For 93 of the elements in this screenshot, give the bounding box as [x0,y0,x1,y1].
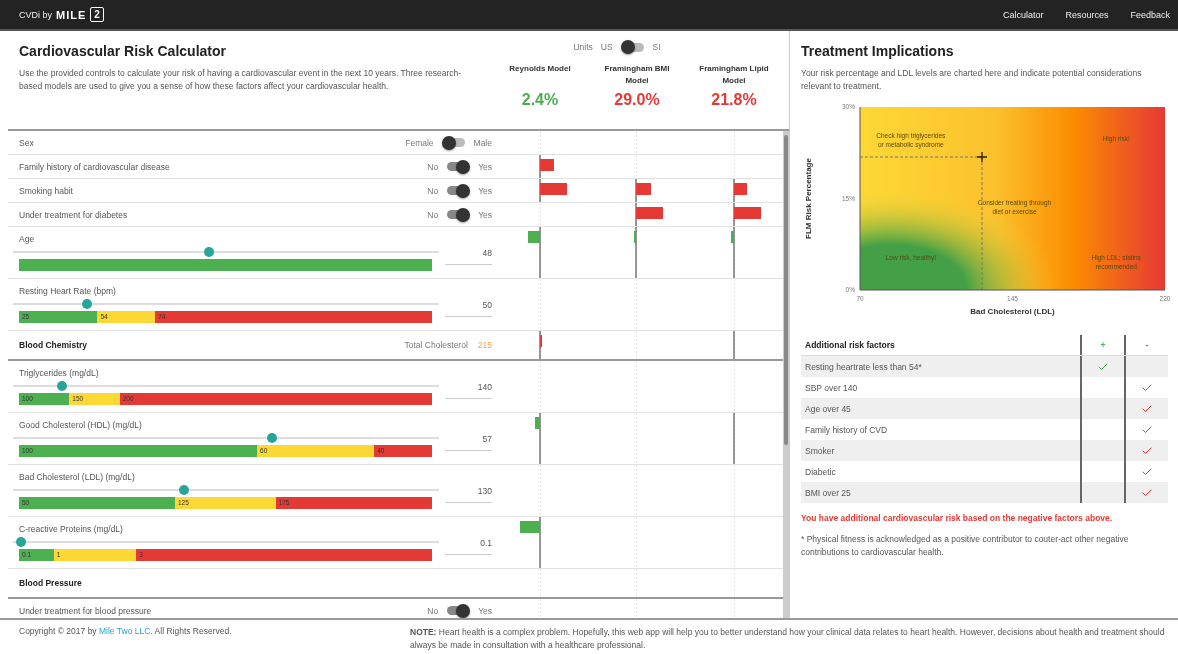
option-label: Yes [478,605,492,616]
impact-bar [636,207,663,219]
field-label: Age [19,234,35,244]
risk-alert-text: You have additional cardiovascular risk based on the negative factors above. [801,513,1114,523]
axis-title: Bad Cholesterol (LDL) [970,307,1055,316]
table-cell-text: Resting heartrate less than 54* [804,360,923,374]
value-field[interactable]: 140 [444,382,492,399]
field-label: Family history of cardiovascular disease [19,161,170,172]
zero-line [733,413,735,464]
field-label: Resting Heart Rate (bpm) [19,286,116,296]
toggle-switch[interactable] [446,183,471,198]
option-label: SI [652,42,661,52]
section-heading: Blood Chemistry [19,340,87,350]
impact-bar [636,183,651,195]
field-label: Sex [19,137,34,148]
value-field[interactable]: 48 [444,248,492,265]
slider-thumb[interactable] [204,247,215,257]
impact-bar [528,231,540,243]
table-cell-text: BMI over 25 [804,486,852,500]
total-label: Total Cholesterol [404,340,468,350]
field-label: Triglycerides (mg/dL) [19,368,99,378]
impact-bar [535,417,540,429]
field-label: Good Cholesterol (HDL) (mg/dL) [19,420,142,430]
toggle-switch[interactable] [446,207,471,222]
impact-bar [540,159,554,171]
model-name: Framingham BMI Model [603,63,671,87]
units-label: Units [573,42,593,52]
axis-title: FLM Risk Percentage [804,158,813,239]
option-label: Female [405,137,434,148]
option-label: No [427,209,439,220]
option-label: No [427,605,439,616]
field-label: Bad Cholesterol (LDL) (mg/dL) [19,472,135,482]
logo-text: MILE [56,8,87,21]
table-cell-text: Diabetic [804,465,837,479]
page-title: Cardiovascular Risk Calculator [19,43,227,59]
option-label: No [427,185,439,196]
slider-thumb[interactable] [15,537,26,547]
logo-mark: 2 [90,7,104,22]
scrollbar[interactable] [783,131,789,618]
option-label: Yes [478,209,492,220]
zero-line [539,331,541,359]
description: Your risk percentage and LDL levels are charted here and indicate potential considerations relevant to treatment. [801,67,1143,93]
total-value: 215 [477,340,492,350]
option-label: US [600,42,613,52]
model-name: Framingham Lipid Model [698,63,770,87]
nav-link[interactable]: Resources [1065,9,1109,20]
impact-bar [540,183,567,195]
toggle-switch[interactable] [441,135,466,150]
slider-thumb[interactable] [57,381,68,391]
option-label: Yes [478,161,492,172]
slider-thumb[interactable] [81,299,92,309]
zero-line [539,517,541,568]
field-label: Smoking habit [19,185,73,196]
risk-percentage: 21.8% [711,91,757,109]
field-label: C-reactive Proteins (mg/dL) [19,524,123,534]
description: Use the provided controls to calculate your risk of having a cardiovascular event in the next 10 years. Three research-based models are used to give you a sense of how these factors affect your cardiovascular health. [19,67,463,93]
value-field[interactable]: 57 [444,434,492,451]
toggle-switch[interactable] [446,159,471,174]
value-field[interactable]: 130 [444,486,492,503]
field-label: Under treatment for blood pressure [19,605,152,616]
table-cell-text: Smoker [804,444,836,458]
table-cell-text: Family history of CVD [804,423,889,437]
column-header: Additional risk factors [804,339,896,352]
model-name: Reynolds Model [508,63,572,75]
footnote: * Physical fitness is acknowledged as a positive contributor to couter-act other negative contributions to cardiovascular health. [801,533,1130,559]
zero-line [539,413,541,464]
zero-line [539,227,541,278]
toggle-switch[interactable] [620,40,645,54]
impact-bar [734,183,747,195]
zero-line [733,331,735,359]
nav-link[interactable]: Feedback [1130,9,1170,20]
option-label: No [427,161,439,172]
table-cell-text: Age over 45 [804,402,852,416]
impact-bar [734,207,761,219]
risk-percentage: 2.4% [521,91,559,109]
impact-bar [731,231,734,243]
brand-text: CVDi by [19,9,52,20]
option-label: Male [473,137,492,148]
impact-bar [520,521,540,533]
slider-thumb[interactable] [266,433,277,443]
copyright-text: Copyright © 2017 by Mile Two LLC. All Rights Reserved. [19,626,233,638]
risk-percentage: 29.0% [614,91,660,109]
panel-title: Treatment Implications [801,43,955,59]
value-field[interactable]: 50 [444,300,492,317]
section-heading: Blood Pressure [19,578,82,588]
table-cell-text: SBP over 140 [804,381,859,395]
option-label: Yes [478,185,492,196]
disclaimer-note: NOTE: Heart health is a complex problem. Hopefully, this web app will help you to better understand how your clinical data relates to heart health. However, decisions about health and treatment should always be made in consultation with a healthcare professional. [410,626,1166,652]
slider-thumb[interactable] [179,485,190,495]
value-field[interactable]: 0.1 [444,538,492,555]
field-label: Under treatment for diabetes [19,209,128,220]
toggle-switch[interactable] [446,603,471,618]
nav-link[interactable]: Calculator [1002,9,1044,20]
